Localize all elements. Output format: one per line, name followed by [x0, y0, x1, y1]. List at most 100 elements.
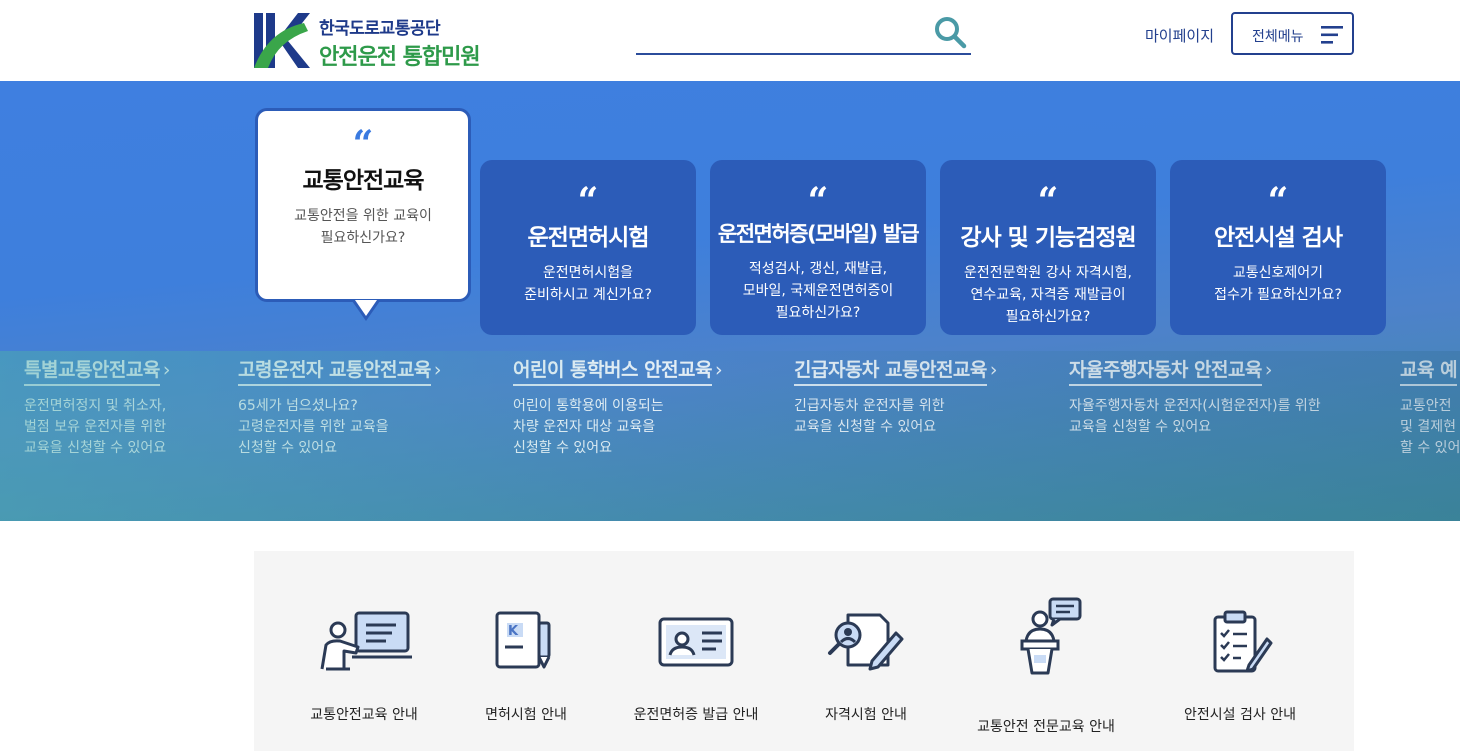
chevron-right-icon: › [989, 359, 998, 381]
quick-link-facility-inspection[interactable]: 안전시설 검사 안내 [1150, 609, 1330, 723]
card-desc: 교통신호제어기 접수가 필요하신가요? [1170, 262, 1386, 306]
quick-link-label: 교통안전 전문교육 안내 [977, 719, 1115, 735]
sub-item-title[interactable]: 어린이 통학버스 안전교육 › [513, 355, 723, 386]
site-logo[interactable]: 한국도로교통공단 안전운전 통합민원 [254, 12, 514, 70]
search-icon[interactable] [933, 15, 967, 49]
sub-item-special-education[interactable]: 특별교통안전교육 › 운전면허정지 및 취소자, 벌점 보유 운전자를 위한 교육… [24, 355, 170, 459]
search-bar[interactable] [636, 14, 971, 55]
search-input[interactable] [636, 14, 926, 52]
card-title: 강사 및 기능검정원 [960, 225, 1136, 251]
card-instructor-examiner[interactable]: “ 강사 및 기능검정원 운전전문학원 강사 자격시험, 연수교육, 자격증 재… [940, 160, 1156, 335]
sub-item-desc-line: 벌점 보유 운전자를 위한 [24, 419, 167, 435]
card-title: 운전면허증(모바일) 발급 [717, 222, 920, 246]
sub-item-desc: 65세가 넘으셨나요? 고령운전자를 위한 교육을 신청할 수 있어요 [238, 396, 441, 459]
card-driving-license-test[interactable]: “ 운전면허시험 운전면허시험을 준비하시고 계신가요? [480, 160, 696, 335]
quote-icon: “ [807, 180, 829, 222]
card-title: 교통안전교육 [302, 168, 425, 194]
sub-item-emergency-vehicle[interactable]: 긴급자동차 교통안전교육 › 긴급자동차 운전자를 위한 교육을 신청할 수 있어… [794, 355, 998, 438]
sub-item-title[interactable]: 고령운전자 교통안전교육 › [238, 355, 442, 386]
sub-item-desc-line: 교육을 신청할 수 있어요 [794, 419, 937, 435]
sub-item-senior-driver[interactable]: 고령운전자 교통안전교육 › 65세가 넘으셨나요? 고령운전자를 위한 교육을 … [238, 355, 442, 459]
site-header: 한국도로교통공단 안전운전 통합민원 마이페이지 전체메뉴 [0, 0, 1460, 81]
koroad-logo-icon [254, 13, 310, 68]
sub-item-desc-line: 교육을 신청할 수 있어요 [1069, 419, 1212, 435]
sub-item-school-bus[interactable]: 어린이 통학버스 안전교육 › 어린이 통학용에 이용되는 차량 운전자 대상 교… [513, 355, 723, 459]
hamburger-icon [1321, 26, 1343, 44]
card-license-issuance[interactable]: “ 운전면허증(모바일) 발급 적성검사, 갱신, 재발급, 모바일, 국제운전… [710, 160, 926, 335]
card-desc-line: 필요하신가요? [320, 230, 406, 246]
checklist-clipboard-icon [1213, 610, 1273, 673]
quote-icon: “ [1037, 180, 1059, 222]
sub-item-desc-line: 신청할 수 있어요 [238, 440, 338, 456]
sub-item-desc-line: 자율주행자동차 운전자(시험운전자)를 위한 [1069, 398, 1321, 414]
sub-item-desc-line: 차량 운전자 대상 교육을 [513, 419, 656, 435]
quote-icon: “ [352, 123, 374, 165]
quick-link-professional-education[interactable]: 교통안전 전문교육 안내 [956, 597, 1136, 735]
quick-link-license-issuance[interactable]: 운전면허증 발급 안내 [606, 609, 786, 723]
sub-item-desc-line: 어린이 통학용에 이용되는 [513, 398, 664, 414]
card-title: 운전면허시험 [527, 225, 650, 251]
card-desc-line: 적성검사, 갱신, 재발급, [748, 261, 888, 277]
quote-icon: “ [1267, 180, 1289, 222]
sub-item-title-text: 고령운전자 교통안전교육 [238, 359, 431, 386]
chevron-right-icon: › [433, 359, 442, 381]
card-desc: 운전면허시험을 준비하시고 계신가요? [480, 262, 696, 306]
id-card-icon [658, 617, 734, 667]
quick-link-label: 교통안전교육 안내 [310, 707, 418, 723]
sub-item-desc-line: 65세가 넘으셨나요? [238, 398, 358, 414]
card-desc-line: 교통안전을 위한 교육이 [294, 208, 432, 224]
sub-item-autonomous-vehicle[interactable]: 자율주행자동차 안전교육 › 자율주행자동차 운전자(시험운전자)를 위한 교육을… [1069, 355, 1321, 438]
org-name: 한국도로교통공단 [319, 19, 441, 39]
all-menu-button[interactable]: 전체메뉴 [1231, 12, 1354, 55]
card-desc-line: 필요하신가요? [775, 305, 861, 321]
quick-link-education[interactable]: 교통안전교육 안내 [274, 609, 454, 723]
card-desc-line: 모바일, 국제운전면허증이 [742, 283, 894, 299]
service-name: 안전운전 통합민원 [319, 45, 481, 70]
sub-item-desc: 자율주행자동차 운전자(시험운전자)를 위한 교육을 신청할 수 있어요 [1069, 396, 1321, 438]
quick-link-qualification-exam[interactable]: 자격시험 안내 [776, 609, 956, 723]
card-desc: 교통안전을 위한 교육이 필요하신가요? [258, 205, 468, 249]
sub-item-title-text: 특별교통안전교육 [24, 359, 160, 386]
card-safety-facility-inspection[interactable]: “ 안전시설 검사 교통신호제어기 접수가 필요하신가요? [1170, 160, 1386, 335]
sub-item-desc: 교통안전 및 결제현 할 수 있어 [1400, 396, 1460, 459]
quick-link-license-test[interactable]: K 면허시험 안내 [436, 609, 616, 723]
quick-link-label: 자격시험 안내 [825, 707, 907, 723]
card-desc-line: 접수가 필요하신가요? [1214, 287, 1342, 303]
sub-item-title-text: 교육 예 [1400, 359, 1458, 386]
sub-item-title-text: 긴급자동차 교통안전교육 [794, 359, 987, 386]
quick-links-panel: 교통안전교육 안내 K 면허시험 안내 운전면허증 발급 안내 자격시험 안내 … [254, 551, 1354, 751]
sub-item-title-text: 자율주행자동차 안전교육 [1069, 359, 1262, 386]
card-title: 안전시설 검사 [1214, 225, 1343, 251]
sub-item-title[interactable]: 자율주행자동차 안전교육 › [1069, 355, 1321, 386]
svg-text:K: K [508, 624, 519, 639]
card-desc-line: 연수교육, 자격증 재발급이 [970, 287, 1126, 303]
sub-item-title[interactable]: 특별교통안전교육 › [24, 355, 171, 386]
all-menu-label: 전체메뉴 [1252, 29, 1304, 45]
lecture-icon [320, 611, 412, 671]
sub-item-education-reservation[interactable]: 교육 예 교통안전 및 결제현 할 수 있어 [1400, 355, 1460, 459]
card-desc-line: 운전전문학원 강사 자격시험, [964, 265, 1132, 281]
chevron-right-icon: › [1264, 359, 1273, 381]
mypage-link[interactable]: 마이페이지 [1145, 25, 1214, 46]
sub-item-desc-line: 운전면허정지 및 취소자, [24, 398, 167, 414]
sub-item-desc: 어린이 통학용에 이용되는 차량 운전자 대상 교육을 신청할 수 있어요 [513, 396, 722, 459]
sub-item-desc-line: 교통안전 [1400, 398, 1452, 414]
license-document-icon: K [495, 611, 551, 669]
card-desc-line: 운전면허시험을 [542, 265, 634, 281]
card-desc: 적성검사, 갱신, 재발급, 모바일, 국제운전면허증이 필요하신가요? [710, 258, 926, 324]
sub-item-title[interactable]: 교육 예 [1400, 355, 1460, 386]
sub-item-title[interactable]: 긴급자동차 교통안전교육 › [794, 355, 998, 386]
card-desc-line: 교통신호제어기 [1232, 265, 1324, 281]
card-traffic-safety-education[interactable]: “ 교통안전교육 교통안전을 위한 교육이 필요하신가요? [255, 108, 471, 321]
quick-link-label: 운전면허증 발급 안내 [633, 707, 759, 723]
sub-item-desc-line: 교육을 신청할 수 있어요 [24, 440, 167, 456]
chevron-right-icon: › [162, 359, 171, 381]
sub-item-desc: 긴급자동차 운전자를 위한 교육을 신청할 수 있어요 [794, 396, 997, 438]
exam-magnifier-icon [828, 613, 904, 671]
sub-item-desc-line: 및 결제현 [1400, 419, 1456, 435]
quick-link-label: 면허시험 안내 [485, 707, 567, 723]
sub-item-title-text: 어린이 통학버스 안전교육 [513, 359, 713, 386]
card-desc-line: 필요하신가요? [1005, 309, 1091, 325]
speech-tail-inner [355, 300, 377, 316]
sub-item-desc: 운전면허정지 및 취소자, 벌점 보유 운전자를 위한 교육을 신청할 수 있어… [24, 396, 170, 459]
